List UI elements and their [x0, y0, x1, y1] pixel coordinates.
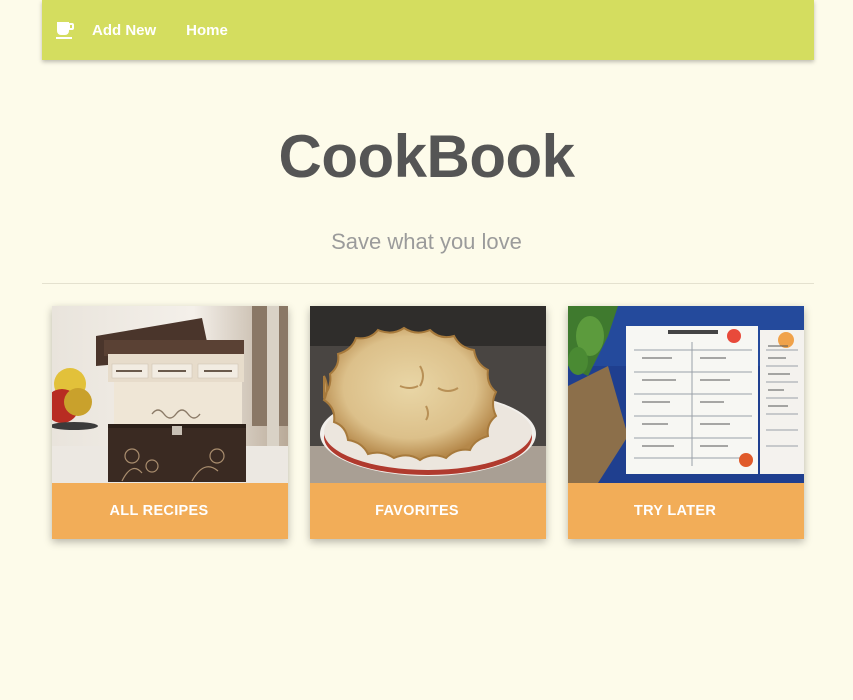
- favorites-card[interactable]: FAVORITES: [310, 306, 546, 539]
- page-title: CookBook: [278, 123, 576, 190]
- page-subtitle: Save what you love: [331, 229, 522, 254]
- nav-home-link[interactable]: Home: [186, 22, 228, 39]
- top-navbar: Add New Home: [42, 0, 814, 60]
- favorites-label: FAVORITES: [375, 503, 459, 519]
- all-recipes-label: ALL RECIPES: [109, 503, 209, 519]
- nav-add-new-link[interactable]: Add New: [92, 22, 156, 39]
- meal-plan-photo: [568, 306, 804, 483]
- header-divider: [42, 283, 814, 284]
- try-later-label: TRY LATER: [633, 503, 717, 519]
- try-later-card[interactable]: TRY LATER: [568, 306, 804, 539]
- recipe-box-photo: [52, 306, 288, 483]
- coffee-cup-icon[interactable]: [55, 20, 75, 40]
- pie-photo: [310, 306, 546, 483]
- all-recipes-card[interactable]: ALL RECIPES: [52, 306, 288, 539]
